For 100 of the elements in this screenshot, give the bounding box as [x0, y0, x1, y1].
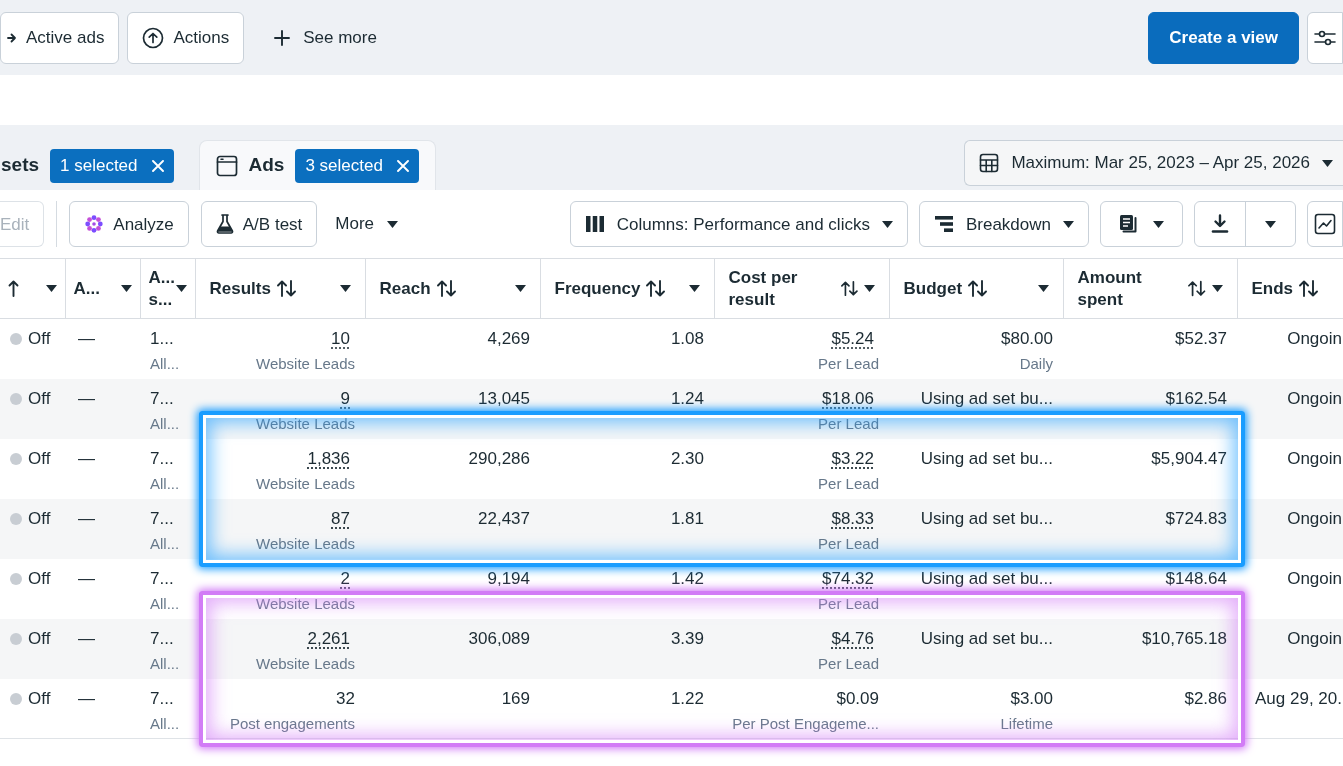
cell-text: 7... — [150, 388, 174, 408]
cell-text: 2 — [340, 568, 350, 588]
cell-text: 9 — [340, 388, 350, 408]
cell-text: $2.86 — [1184, 688, 1227, 708]
column-header[interactable]: Ends — [1237, 258, 1343, 319]
arrow-icon — [7, 31, 17, 44]
cell-text: Ongoin — [1287, 628, 1342, 648]
toggle-knob[interactable] — [10, 392, 22, 405]
status-label: Off — [28, 387, 51, 410]
breakdown-button[interactable]: Breakdown — [918, 201, 1089, 247]
caret-icon — [881, 220, 893, 228]
cell-text: 7... — [150, 508, 174, 528]
cell-text: 1.81 — [670, 508, 704, 528]
filter-button[interactable]: Actions — [127, 11, 245, 64]
cell-subtext: Per Post Engageme... — [731, 713, 879, 734]
toggle-knob[interactable] — [10, 692, 22, 705]
column-header[interactable]: Frequency — [540, 258, 714, 319]
more-button[interactable]: More — [329, 201, 405, 247]
see-more-button[interactable]: See more — [268, 11, 383, 64]
cell-text: $5.24 — [831, 329, 874, 348]
grid-icon — [979, 153, 1000, 173]
arrow-up-circle-icon — [142, 26, 165, 49]
cell-text: Ongoin — [1287, 388, 1342, 408]
level-tab[interactable]: Ads 3 selected — [198, 140, 436, 190]
toggle-knob[interactable] — [10, 452, 22, 465]
caret-icon — [1322, 159, 1333, 167]
sparkle-icon — [84, 214, 105, 234]
cell-subtext: Per Lead — [817, 473, 879, 494]
cell-text: 1.22 — [670, 688, 704, 708]
toggle-knob[interactable] — [10, 572, 22, 585]
chart-button[interactable] — [1307, 201, 1343, 247]
cell-subtext: Website Leads — [255, 533, 355, 554]
cell-text: Aug 29, 20. — [1255, 688, 1342, 708]
date-range-button[interactable]: Maximum: Mar 25, 2023 – Apr 25, 2026 — [964, 140, 1343, 186]
close-icon — [151, 159, 164, 172]
cell-text: Ongoin — [1287, 568, 1342, 588]
cell-text: Using ad set bu... — [920, 628, 1053, 648]
column-header[interactable]: Reach — [365, 258, 540, 319]
cell-text: 169 — [501, 688, 530, 708]
cell-text: 1.08 — [670, 329, 704, 348]
create-view-button[interactable]: Create a view — [1148, 11, 1299, 64]
caret-icon — [387, 220, 399, 228]
cell-text: Using ad set bu... — [920, 508, 1053, 528]
cell-text: 7... — [150, 568, 174, 588]
toggle-knob[interactable] — [10, 632, 22, 645]
cell-text: 7... — [150, 688, 174, 708]
column-header[interactable]: A... s... — [140, 258, 195, 319]
toggle-knob[interactable] — [10, 333, 22, 345]
caret-icon — [1063, 220, 1074, 228]
window-icon — [215, 154, 238, 177]
clear-selection-button[interactable] — [394, 157, 411, 174]
filter-button[interactable]: Active ads — [0, 11, 120, 64]
cell-text: $10,765.18 — [1141, 628, 1227, 648]
clear-selection-button[interactable] — [149, 157, 166, 174]
download-icon — [1211, 214, 1229, 234]
column-header[interactable]: Cost per result — [714, 258, 889, 319]
cell-text: Using ad set bu... — [920, 568, 1053, 588]
status-label: Off — [28, 328, 51, 350]
cell-subtext: Per Lead — [817, 413, 879, 434]
cell-text: — — [78, 448, 95, 468]
close-icon — [396, 159, 409, 172]
toggle-knob[interactable] — [10, 512, 22, 525]
cell-subtext: All... — [150, 533, 181, 554]
cell-text: 290,286 — [468, 448, 530, 468]
cell-text: — — [78, 688, 95, 708]
cell-text: — — [78, 628, 95, 648]
columns-button[interactable]: Columns: Performance and clicks — [569, 201, 908, 247]
cell-text: $724.83 — [1165, 508, 1227, 528]
cell-text: Using ad set bu... — [920, 388, 1053, 408]
status-label: Off — [28, 567, 51, 590]
cell-text: 2.30 — [670, 448, 704, 468]
cell-text: — — [78, 568, 95, 588]
cell-text: $8.33 — [831, 508, 874, 528]
cell-subtext: All... — [150, 413, 181, 434]
columns-icon — [584, 215, 605, 233]
cell-subtext: All... — [150, 653, 181, 674]
settings-button[interactable] — [1307, 11, 1343, 64]
cell-text: 1,836 — [307, 448, 350, 468]
cell-text: 306,089 — [468, 628, 530, 648]
analyze-button[interactable]: Analyze — [69, 201, 189, 247]
reports-button[interactable] — [1100, 201, 1183, 247]
cell-text: $18.06 — [822, 388, 874, 408]
cell-text: $0.09 — [836, 688, 879, 708]
column-header[interactable]: Amount spent — [1063, 258, 1237, 319]
column-header[interactable] — [0, 258, 65, 319]
cell-text: $74.32 — [822, 568, 874, 588]
line-chart-icon — [1314, 213, 1336, 235]
level-tab[interactable]: sets 1 selected — [0, 140, 191, 190]
cell-text: 7... — [150, 448, 174, 468]
ab-test-button[interactable]: A/B test — [200, 201, 318, 247]
cell-subtext: Website Leads — [255, 413, 355, 434]
column-header[interactable]: A... — [65, 258, 140, 319]
cell-text: 4,269 — [487, 329, 530, 348]
cell-subtext: Per Lead — [817, 593, 879, 614]
selection-count: 3 selected — [305, 154, 383, 177]
column-header[interactable]: Results — [195, 258, 365, 319]
column-header[interactable]: Budget — [889, 258, 1063, 319]
cell-text: 22,437 — [478, 508, 530, 528]
cell-text: 32 — [336, 688, 355, 708]
cell-text: $80.00 — [1001, 329, 1053, 348]
